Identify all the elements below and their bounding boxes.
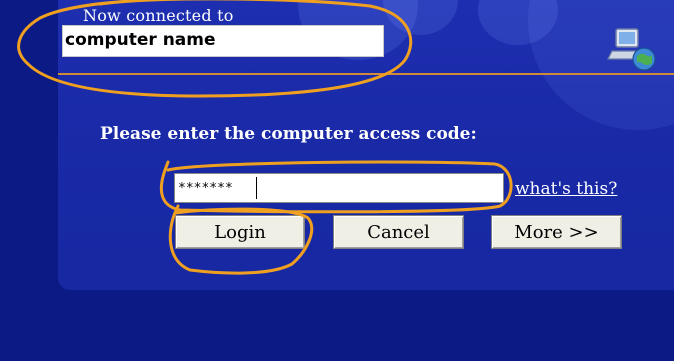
whats-this-link[interactable]: what's this? bbox=[515, 179, 617, 199]
text-caret bbox=[256, 177, 257, 199]
access-code-input[interactable] bbox=[174, 173, 504, 203]
cancel-button[interactable]: Cancel bbox=[333, 215, 464, 249]
computer-name-box: computer name bbox=[62, 25, 384, 57]
more-button[interactable]: More >> bbox=[491, 215, 622, 249]
connected-label: Now connected to bbox=[83, 6, 234, 25]
login-button[interactable]: Login bbox=[175, 215, 305, 249]
network-computer-icon bbox=[607, 28, 656, 71]
access-code-prompt: Please enter the computer access code: bbox=[100, 124, 477, 144]
header-divider bbox=[58, 73, 674, 75]
computer-name: computer name bbox=[65, 30, 216, 50]
